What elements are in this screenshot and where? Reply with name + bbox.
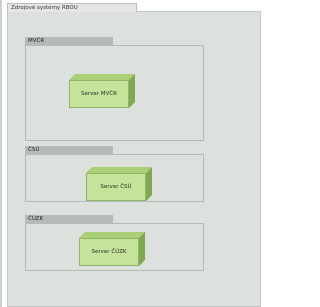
canvas-left-edge xyxy=(0,0,2,307)
group-csu-label: ČSÚ xyxy=(25,146,113,154)
node-server-mvcr-label: Server MVČR xyxy=(81,91,117,97)
group-mvcr-label: MVČR xyxy=(25,37,113,45)
node-server-cuzk[interactable]: Server ČÚZK xyxy=(79,232,145,266)
node-server-cuzk-side xyxy=(139,232,145,266)
node-server-mvcr-face: Server MVČR xyxy=(69,80,129,108)
node-server-cuzk-face: Server ČÚZK xyxy=(79,238,139,266)
node-server-csu-face: Server ČSÚ xyxy=(86,173,146,201)
node-server-mvcr[interactable]: Server MVČR xyxy=(69,74,135,108)
group-cuzk-label: ČÚZK xyxy=(25,215,113,223)
diagram-title: Zdrojové systémy RBOU xyxy=(7,3,137,12)
node-server-csu-side xyxy=(146,167,152,201)
node-server-csu-label: Server ČSÚ xyxy=(100,184,132,190)
node-server-csu[interactable]: Server ČSÚ xyxy=(86,167,152,201)
node-server-cuzk-label: Server ČÚZK xyxy=(91,249,127,255)
